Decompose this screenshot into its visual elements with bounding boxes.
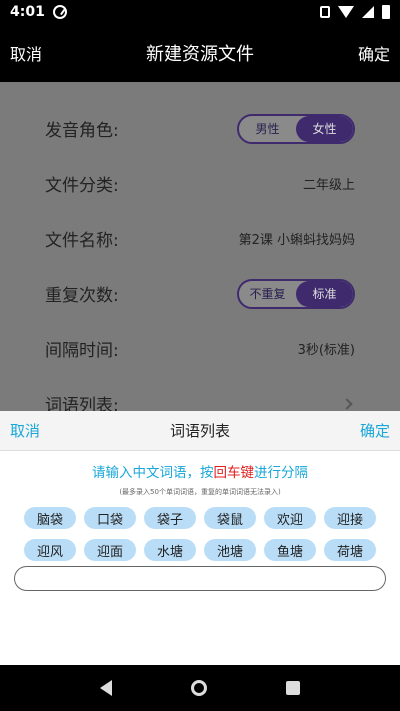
- repeat-toggle[interactable]: 不重复 标准: [237, 278, 355, 309]
- back-icon[interactable]: [99, 680, 112, 696]
- status-icons: [320, 5, 390, 19]
- word-chip[interactable]: 口袋: [84, 507, 136, 529]
- filename-label: 文件名称:: [45, 231, 119, 251]
- repeat-option-none[interactable]: 不重复: [239, 281, 296, 307]
- sheet-confirm-button[interactable]: 确定: [360, 420, 390, 441]
- voice-label: 发音角色:: [45, 121, 119, 141]
- hint-prefix: 请输入中文词语，按: [92, 465, 214, 481]
- voice-row: 发音角色: 男性 女性: [45, 101, 355, 156]
- interval-value: 3秒(标准): [297, 343, 355, 358]
- page-title: 新建资源文件: [146, 44, 254, 65]
- sync-icon: [52, 5, 67, 19]
- word-chip[interactable]: 迎接: [324, 507, 376, 529]
- repeat-label: 重复次数:: [45, 286, 119, 306]
- word-chip[interactable]: 池塘: [204, 539, 256, 561]
- word-chip[interactable]: 欢迎: [264, 507, 316, 529]
- resource-form: 发音角色: 男性 女性 文件分类: 二年级上 文件名称: 第2课 小蝌蚪找妈妈 …: [0, 82, 400, 416]
- filename-row[interactable]: 文件名称: 第2课 小蝌蚪找妈妈: [45, 211, 355, 266]
- word-chip[interactable]: 脑袋: [24, 507, 76, 529]
- word-chips: 脑袋 口袋 袋子 袋鼠 欢迎 迎接 迎风 迎面 水塘 池塘 鱼塘 荷塘: [0, 507, 400, 561]
- hint-suffix: 进行分隔: [254, 465, 308, 481]
- header-confirm-button[interactable]: 确定: [358, 41, 390, 65]
- sheet-title: 词语列表: [169, 422, 230, 440]
- input-hint: 请输入中文词语，按回车键进行分隔: [0, 461, 400, 481]
- app-header: 取消 新建资源文件 确定: [0, 24, 400, 82]
- chevron-right-icon: [341, 397, 353, 410]
- filename-value: 第2课 小蝌蚪找妈妈: [238, 233, 355, 248]
- sheet-cancel-button[interactable]: 取消: [10, 420, 40, 441]
- repeat-row: 重复次数: 不重复 标准: [45, 266, 355, 321]
- recents-icon[interactable]: [286, 681, 301, 695]
- clock: 4:01: [10, 4, 45, 20]
- hint-key: 回车键: [213, 465, 255, 481]
- word-chip[interactable]: 袋鼠: [204, 507, 256, 529]
- word-input[interactable]: [14, 566, 386, 591]
- voice-option-male[interactable]: 男性: [239, 116, 296, 142]
- interval-label: 间隔时间:: [45, 341, 119, 361]
- voice-option-female[interactable]: 女性: [296, 115, 353, 142]
- repeat-option-standard[interactable]: 标准: [296, 280, 353, 307]
- word-chip[interactable]: 迎风: [24, 539, 76, 561]
- battery-icon: [382, 5, 390, 19]
- word-chip[interactable]: 鱼塘: [264, 539, 316, 561]
- category-label: 文件分类:: [45, 176, 119, 196]
- header-cancel-button[interactable]: 取消: [10, 41, 42, 65]
- category-value: 二年级上: [302, 178, 355, 193]
- status-bar: 4:01: [0, 0, 400, 24]
- wifi-icon: [338, 6, 354, 18]
- home-icon[interactable]: [190, 680, 207, 696]
- wordlist-sheet: 请输入中文词语，按回车键进行分隔 (最多录入50个单词词语，重复的单词词语无法录…: [0, 451, 400, 665]
- input-subhint: (最多录入50个单词词语，重复的单词词语无法录入): [119, 488, 281, 496]
- voice-toggle[interactable]: 男性 女性: [237, 113, 355, 144]
- category-row[interactable]: 文件分类: 二年级上: [45, 156, 355, 211]
- system-nav-bar: [0, 665, 400, 711]
- vibrate-icon: [320, 6, 330, 18]
- interval-row[interactable]: 间隔时间: 3秒(标准): [45, 321, 355, 376]
- signal-icon: [362, 6, 374, 18]
- word-chip[interactable]: 荷塘: [324, 539, 376, 561]
- word-chip[interactable]: 迎面: [84, 539, 136, 561]
- wordlist-sheet-header: 取消 词语列表 确定: [0, 411, 400, 451]
- word-chip[interactable]: 水塘: [144, 539, 196, 561]
- word-chip[interactable]: 袋子: [144, 507, 196, 529]
